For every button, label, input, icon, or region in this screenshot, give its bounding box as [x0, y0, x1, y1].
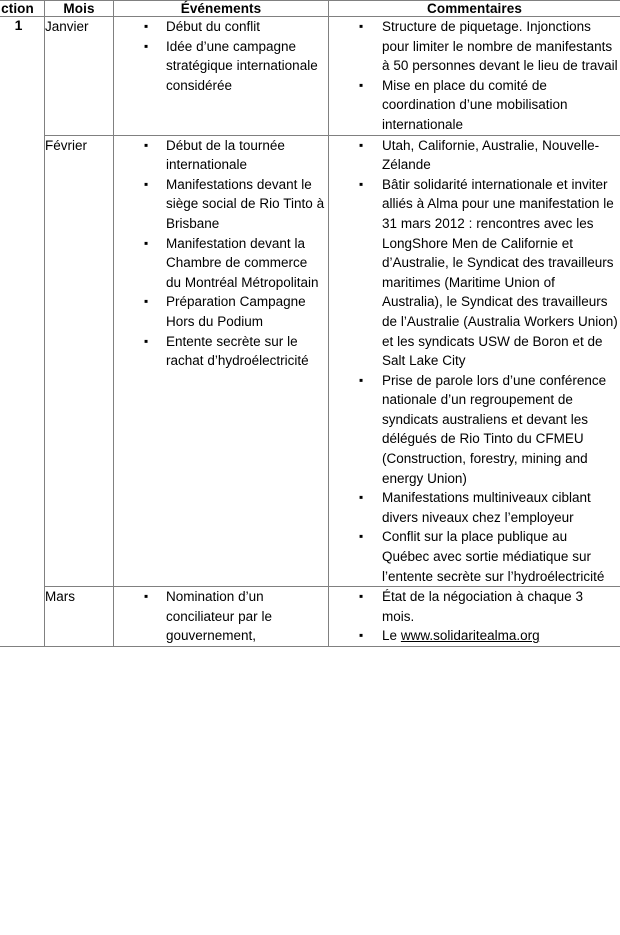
month-cell: Mars: [44, 586, 114, 647]
month-cell: Janvier: [44, 16, 114, 136]
month-cell: Février: [44, 134, 114, 588]
list-item: Préparation Campagne Hors du Podium: [114, 292, 328, 331]
list-item: Prise de parole lors d’une conférence na…: [329, 371, 620, 489]
comments-cell: État de la négociation à chaque 3 mois. …: [328, 586, 620, 647]
events-list: Début de la tournée internationale Manif…: [114, 136, 328, 371]
list-item: Manifestations devant le siège social de…: [114, 175, 328, 234]
list-item: Début de la tournée internationale: [114, 136, 328, 175]
list-item: Mise en place du comité de coordination …: [329, 76, 620, 135]
events-cell: Nomination d’un conciliateur par le gouv…: [113, 586, 329, 647]
column-header-events: Événements: [113, 0, 329, 17]
comments-cell: Utah, Californie, Australie, Nouvelle-Zé…: [328, 134, 620, 588]
list-item: Utah, Californie, Australie, Nouvelle-Zé…: [329, 136, 620, 175]
link-prefix-text: Le: [382, 628, 401, 644]
table-row: 1 Janvier Début du conflit Idée d’une ca…: [0, 16, 620, 647]
page-clip-region: ction Mois Événements Commentaires 1 Jan…: [0, 0, 620, 935]
events-cell: Début de la tournée internationale Manif…: [113, 134, 329, 588]
list-item: État de la négociation à chaque 3 mois.: [329, 587, 620, 626]
list-item: Bâtir solidarité internationale et invit…: [329, 175, 620, 371]
events-cell: Début du conflit Idée d’une campagne str…: [113, 16, 329, 136]
table-row: Mars Nomination d’un conciliateur par le…: [0, 586, 620, 647]
list-item: Idée d’une campagne stratégique internat…: [114, 37, 328, 96]
column-header-comments: Commentaires: [328, 0, 620, 17]
list-item: Manifestation devant la Chambre de comme…: [114, 234, 328, 293]
list-item: Structure de piquetage. Injonctions pour…: [329, 17, 620, 76]
events-list: Nomination d’un conciliateur par le gouv…: [114, 587, 328, 646]
document-page: ction Mois Événements Commentaires 1 Jan…: [0, 0, 620, 935]
timeline-table: ction Mois Événements Commentaires 1 Jan…: [0, 0, 620, 647]
solidaritealma-link[interactable]: www.solidaritealma.org: [401, 628, 540, 643]
comments-list: Utah, Californie, Australie, Nouvelle-Zé…: [329, 136, 620, 587]
column-header-action: ction: [0, 0, 45, 17]
list-item-link: Le www.solidaritealma.org: [329, 626, 620, 646]
table-row: Février Début de la tournée internationa…: [0, 134, 620, 588]
list-item: Nomination d’un conciliateur par le gouv…: [114, 587, 328, 646]
comments-list: Structure de piquetage. Injonctions pour…: [329, 17, 620, 135]
header-row: ction Mois Événements Commentaires: [0, 0, 620, 17]
comments-list: État de la négociation à chaque 3 mois. …: [329, 587, 620, 646]
table-body: 1 Janvier Début du conflit Idée d’une ca…: [0, 16, 620, 647]
events-list: Début du conflit Idée d’une campagne str…: [114, 17, 328, 95]
list-item: Conflit sur la place publique au Québec …: [329, 527, 620, 586]
table-header: ction Mois Événements Commentaires: [0, 0, 620, 17]
list-item: Entente secrète sur le rachat d’hydroéle…: [114, 332, 328, 371]
column-header-month: Mois: [44, 0, 114, 17]
action-number-cell: 1: [0, 16, 45, 647]
list-item: Début du conflit: [114, 17, 328, 37]
list-item: Manifestations multiniveaux ciblant dive…: [329, 488, 620, 527]
comments-cell: Structure de piquetage. Injonctions pour…: [328, 16, 620, 136]
